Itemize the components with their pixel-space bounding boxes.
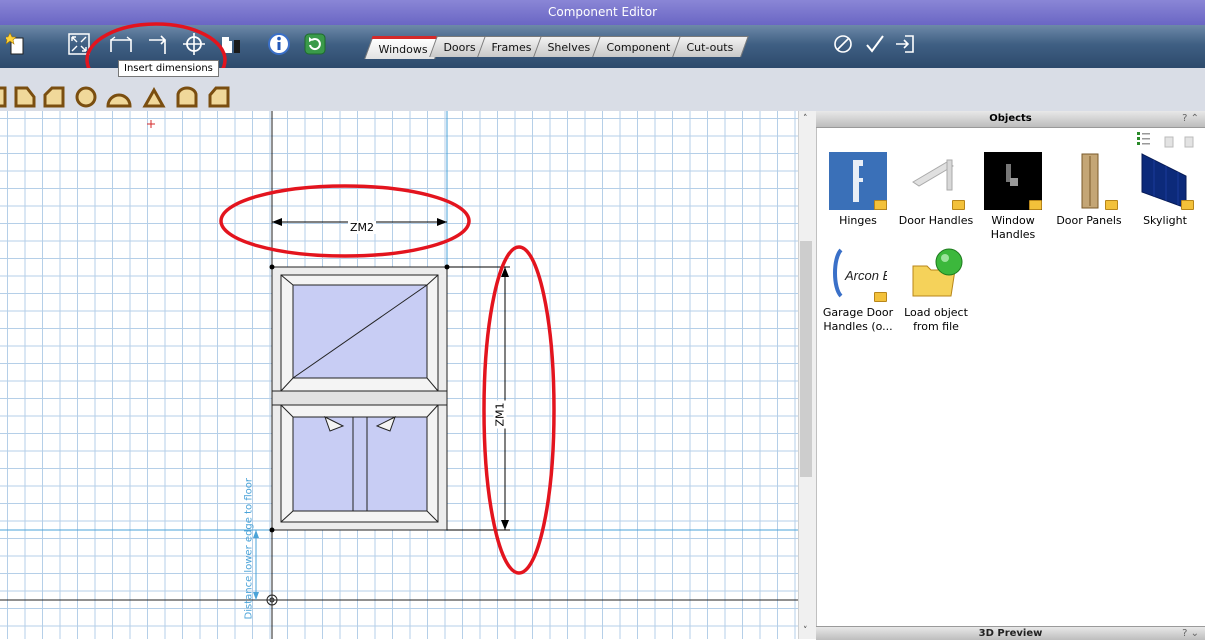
annotation-circle-zm1 bbox=[482, 245, 556, 575]
object-window-handles[interactable]: Window Handles bbox=[974, 152, 1052, 242]
objects-panel-title: Objects bbox=[989, 113, 1032, 124]
object-skylight[interactable]: Skylight bbox=[1126, 152, 1204, 228]
object-door-handles[interactable]: Door Handles bbox=[897, 152, 975, 228]
skylight-icon bbox=[1136, 152, 1194, 210]
load-file-icon bbox=[907, 244, 965, 302]
shape-bar bbox=[0, 81, 1205, 112]
preview-panel-title: 3D Preview bbox=[978, 628, 1043, 639]
refresh-icon[interactable] bbox=[302, 31, 328, 57]
tab-cut-outs[interactable]: Cut-outs bbox=[672, 36, 749, 57]
object-hinges[interactable]: Hinges bbox=[819, 152, 897, 228]
garage-handle-icon: Arcon Evo bbox=[829, 244, 905, 302]
shape-bevel-right-icon[interactable] bbox=[14, 86, 36, 108]
object-label: Garage Door Handles (o... bbox=[822, 306, 894, 333]
tab-label: Doors bbox=[443, 41, 476, 54]
scroll-down-icon[interactable]: ˅ bbox=[803, 626, 808, 636]
tab-label: Windows bbox=[378, 43, 428, 56]
category-tabs: Windows Doors Frames Shelves Component Cut-ou… bbox=[364, 36, 749, 59]
scroll-up-icon[interactable]: ˄ bbox=[803, 114, 808, 124]
annotation-circle-zm2 bbox=[219, 184, 471, 258]
tab-label: Component bbox=[606, 41, 671, 54]
canvas-scroll-thumb[interactable] bbox=[800, 241, 812, 477]
shape-circle-icon[interactable] bbox=[75, 86, 97, 108]
panel-help-collapse-icon[interactable]: ? ⌃ bbox=[1182, 111, 1199, 127]
object-label: Hinges bbox=[839, 214, 877, 227]
tab-label: Frames bbox=[491, 41, 532, 54]
shape-rect-icon[interactable] bbox=[0, 86, 7, 108]
object-label: Door Handles bbox=[898, 214, 974, 227]
tab-component[interactable]: Component bbox=[592, 36, 686, 57]
confirm-icon[interactable] bbox=[862, 31, 888, 57]
preview-panel-header[interactable]: 3D Preview ? ⌄ bbox=[816, 626, 1205, 640]
object-label: Door Panels bbox=[1056, 214, 1122, 227]
object-load-from-file[interactable]: Load object from file bbox=[897, 244, 975, 334]
shape-corner-icon[interactable] bbox=[208, 86, 230, 108]
shape-triangle-icon[interactable] bbox=[142, 86, 166, 108]
tab-label: Shelves bbox=[547, 41, 591, 54]
drawing-canvas[interactable]: ZM2 ZM1 Distance lower edge to floor bbox=[0, 111, 798, 639]
objects-panel-header: Objects ? ⌃ bbox=[816, 111, 1205, 128]
door-panel-icon bbox=[1060, 152, 1118, 210]
insert-dimensions-tooltip: Insert dimensions bbox=[118, 60, 219, 77]
object-garage-door-handles[interactable]: Arcon Evo Garage Door Handles (o... bbox=[819, 244, 905, 334]
object-label: Skylight bbox=[1143, 214, 1187, 227]
shape-bevel-left-icon[interactable] bbox=[43, 86, 65, 108]
exit-icon[interactable] bbox=[892, 31, 918, 57]
info-icon[interactable] bbox=[266, 31, 292, 57]
shape-arch-icon[interactable] bbox=[106, 93, 132, 108]
shape-round-arch-icon[interactable] bbox=[176, 86, 198, 108]
panel-view-options-icon[interactable] bbox=[1135, 131, 1203, 149]
cancel-icon[interactable] bbox=[830, 31, 856, 57]
door-handle-icon bbox=[907, 152, 965, 210]
hinge-icon bbox=[829, 152, 887, 210]
object-label: Load object from file bbox=[904, 306, 968, 333]
object-door-panels[interactable]: Door Panels bbox=[1050, 152, 1128, 228]
object-label: Window Handles bbox=[990, 214, 1036, 241]
new-component-icon[interactable] bbox=[4, 31, 30, 57]
floor-distance-label: Distance lower edge to floor bbox=[243, 478, 255, 620]
arcon-evo-logo-text: Arcon Evo bbox=[844, 268, 887, 283]
tab-label: Cut-outs bbox=[686, 41, 734, 54]
window-handle-icon bbox=[984, 152, 1042, 210]
